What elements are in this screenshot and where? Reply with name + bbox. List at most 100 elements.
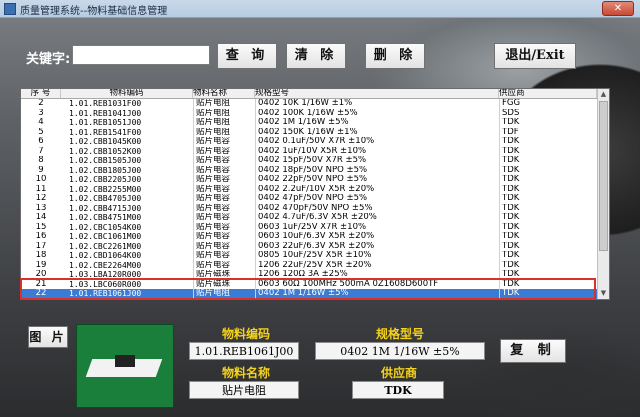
cell-name: 贴片电容 <box>193 165 255 175</box>
cell-code: 1.02.CBB1805J00 <box>69 165 142 175</box>
header-supplier[interactable]: 供应商 <box>499 89 597 98</box>
chip-shape <box>115 355 135 367</box>
cell-no: 7 <box>38 146 44 156</box>
cell-code: 1.02.CBB1045K00 <box>69 137 142 146</box>
exit-button[interactable]: 退出/Exit <box>494 43 576 69</box>
scroll-up-icon[interactable]: ▲ <box>598 89 609 100</box>
cell-name: 贴片电容 <box>193 260 255 270</box>
cell-no: 15 <box>35 222 47 232</box>
table-row[interactable]: 20 1.03.LBA120R000 贴片磁珠 1206 120Ω 3A ±25% TD… <box>21 270 609 280</box>
table-body: 2 1.01.REB1031F00 贴片电阻 0402 10K 1/16W ±1% FG… <box>21 99 609 299</box>
cell-supplier: TDK <box>499 156 597 166</box>
cell-supplier: FGG <box>499 99 597 109</box>
cell-name: 贴片电阻 <box>193 108 255 118</box>
cell-name: 贴片电容 <box>193 184 255 194</box>
scroll-down-icon[interactable]: ▼ <box>598 288 609 299</box>
cell-code: 1.01.REB1051J00 <box>69 118 142 127</box>
delete-button[interactable]: 删 除 <box>365 43 425 69</box>
table-row[interactable]: 12 1.02.CBB4705J00 贴片电容 0402 47pF/50V NPO ±… <box>21 194 609 204</box>
cell-supplier: TDK <box>499 137 597 147</box>
cell-name: 贴片磁珠 <box>193 279 255 289</box>
cell-supplier: TDK <box>499 232 597 242</box>
cell-name: 贴片电容 <box>193 251 255 261</box>
table-scrollbar[interactable]: ▲ ▼ <box>597 89 609 299</box>
query-button[interactable]: 查 询 <box>217 43 277 69</box>
table-row[interactable]: 5 1.01.REB1541F00 贴片电阻 0402 150K 1/16W ±1% T… <box>21 127 609 137</box>
cell-code: 1.02.CBB4705J00 <box>69 194 142 203</box>
cell-supplier: TDK <box>499 184 597 194</box>
cell-code: 1.02.CBB1505J00 <box>69 156 142 165</box>
table-row[interactable]: 9 1.02.CBB1805J00 贴片电容 0402 18pF/50V NPO ±5… <box>21 165 609 175</box>
name-label: 物料名称 <box>222 366 271 380</box>
cell-code: 1.02.CBC2261M00 <box>69 241 142 251</box>
cell-code: 1.02.CBB4715J00 <box>69 203 142 213</box>
material-table[interactable]: 序 号 物料编码 物料名称 规格型号 供应商 2 1.01.REB1031F00 贴… <box>20 88 610 300</box>
cell-spec: 0402 18pF/50V NPO ±5% <box>255 165 499 175</box>
cell-code: 1.01.REB1061J00 <box>69 289 142 298</box>
table-row[interactable]: 21 1.03.LBC060R000 贴片磁珠 0603 60Ω 100MHz 500… <box>21 279 609 289</box>
cell-no: 6 <box>38 137 44 146</box>
table-row[interactable]: 17 1.02.CBC2261M00 贴片电容 0603 22uF/6.3V X5R … <box>21 241 609 251</box>
table-row[interactable]: 2 1.01.REB1031F00 贴片电阻 0402 10K 1/16W ±1% FG… <box>21 99 609 109</box>
header-spec[interactable]: 规格型号 <box>255 89 499 98</box>
cell-no: 5 <box>38 127 44 137</box>
cell-code: 1.02.CBC1054K00 <box>69 222 142 232</box>
picture-button[interactable]: 图 片 <box>28 326 68 348</box>
cell-spec: 0402 22pF/50V NPO ±5% <box>255 175 499 185</box>
code-value: 1.01.REB1061J00 <box>189 342 299 360</box>
cell-spec: 1206 22uF/25V X5R ±20% <box>255 260 499 270</box>
clear-button[interactable]: 清 除 <box>286 43 346 69</box>
table-row[interactable]: 22 1.01.REB1061J00 贴片电阻 0402 1M 1/16W ±5% TD… <box>21 289 609 299</box>
table-row[interactable]: 14 1.02.CBB4751M00 贴片电容 0402 4.7uF/6.3V X5R… <box>21 213 609 223</box>
cell-name: 贴片电容 <box>193 241 255 251</box>
header-name[interactable]: 物料名称 <box>193 89 255 98</box>
cell-name: 贴片电阻 <box>193 118 255 128</box>
cell-supplier: TDK <box>499 175 597 185</box>
table-row[interactable]: 3 1.01.REB1041J00 贴片电阻 0402 100K 1/16W ±5% S… <box>21 108 609 118</box>
cell-no: 20 <box>35 270 47 279</box>
cell-no: 9 <box>38 165 44 175</box>
header-no[interactable]: 序 号 <box>21 89 61 98</box>
table-row[interactable]: 8 1.02.CBB1505J00 贴片电容 0402 15pF/50V X7R ±5… <box>21 156 609 166</box>
cell-spec: 0603 22uF/6.3V X5R ±20% <box>255 241 499 251</box>
cell-name: 贴片磁珠 <box>193 270 255 280</box>
table-row[interactable]: 16 1.02.CBC1061M00 贴片电容 0603 10uF/6.3V X5R … <box>21 232 609 242</box>
cell-spec: 0402 0.1uF/50V X7R ±10% <box>255 137 499 147</box>
table-row[interactable]: 18 1.02.CBD1064K00 贴片电容 0805 10uF/25V X5R ±… <box>21 251 609 261</box>
cell-spec: 0402 4.7uF/6.3V X5R ±20% <box>255 213 499 223</box>
cell-spec: 0603 10uF/6.3V X5R ±20% <box>255 232 499 242</box>
cell-supplier: TDK <box>499 241 597 251</box>
table-row[interactable]: 6 1.02.CBB1045K00 贴片电容 0402 0.1uF/50V X7R ±… <box>21 137 609 147</box>
copy-button[interactable]: 复 制 <box>500 339 566 363</box>
cell-no: 10 <box>35 175 47 184</box>
cell-spec: 0805 10uF/25V X5R ±10% <box>255 251 499 261</box>
keyword-input[interactable] <box>72 45 210 65</box>
cell-supplier: TDK <box>499 203 597 213</box>
cell-no: 18 <box>35 251 47 260</box>
cell-name: 贴片电容 <box>193 146 255 156</box>
cell-name: 贴片电阻 <box>193 99 255 109</box>
cell-code: 1.01.REB1541F00 <box>69 127 142 137</box>
table-row[interactable]: 15 1.02.CBC1054K00 贴片电容 0603 1uF/25V X7R ±1… <box>21 222 609 232</box>
cell-code: 1.02.CBD1064K00 <box>69 251 142 260</box>
scroll-thumb[interactable] <box>599 101 608 251</box>
table-row[interactable]: 10 1.02.CBB2205J00 贴片电容 0402 22pF/50V NPO ±… <box>21 175 609 185</box>
cell-no: 14 <box>35 213 47 222</box>
cell-spec: 0603 1uF/25V X7R ±10% <box>255 222 499 232</box>
supplier-label: 供应商 <box>381 366 418 380</box>
cell-code: 1.02.CBB2205J00 <box>69 175 142 184</box>
spec-label: 规格型号 <box>376 327 425 341</box>
cell-no: 19 <box>35 260 47 270</box>
code-label: 物料编码 <box>222 327 271 341</box>
table-row[interactable]: 4 1.01.REB1051J00 贴片电阻 0402 1M 1/16W ±5% TDK <box>21 118 609 128</box>
cell-supplier: TDK <box>499 194 597 204</box>
table-row[interactable]: 7 1.02.CBB1052K00 贴片电容 0402 1uF/10V X5R ±10… <box>21 146 609 156</box>
cell-spec: 1206 120Ω 3A ±25% <box>255 270 499 280</box>
cell-supplier: TDK <box>499 279 597 289</box>
table-row[interactable]: 11 1.02.CBB2255M00 贴片电容 0402 2.2uF/10V X5R … <box>21 184 609 194</box>
table-row[interactable]: 13 1.02.CBB4715J00 贴片电容 0402 470pF/50V NPO … <box>21 203 609 213</box>
cell-name: 贴片电容 <box>193 232 255 242</box>
close-button[interactable]: ✕ <box>602 1 634 16</box>
table-row[interactable]: 19 1.02.CBE2264M00 贴片电容 1206 22uF/25V X5R ±… <box>21 260 609 270</box>
header-code[interactable]: 物料编码 <box>61 89 193 98</box>
